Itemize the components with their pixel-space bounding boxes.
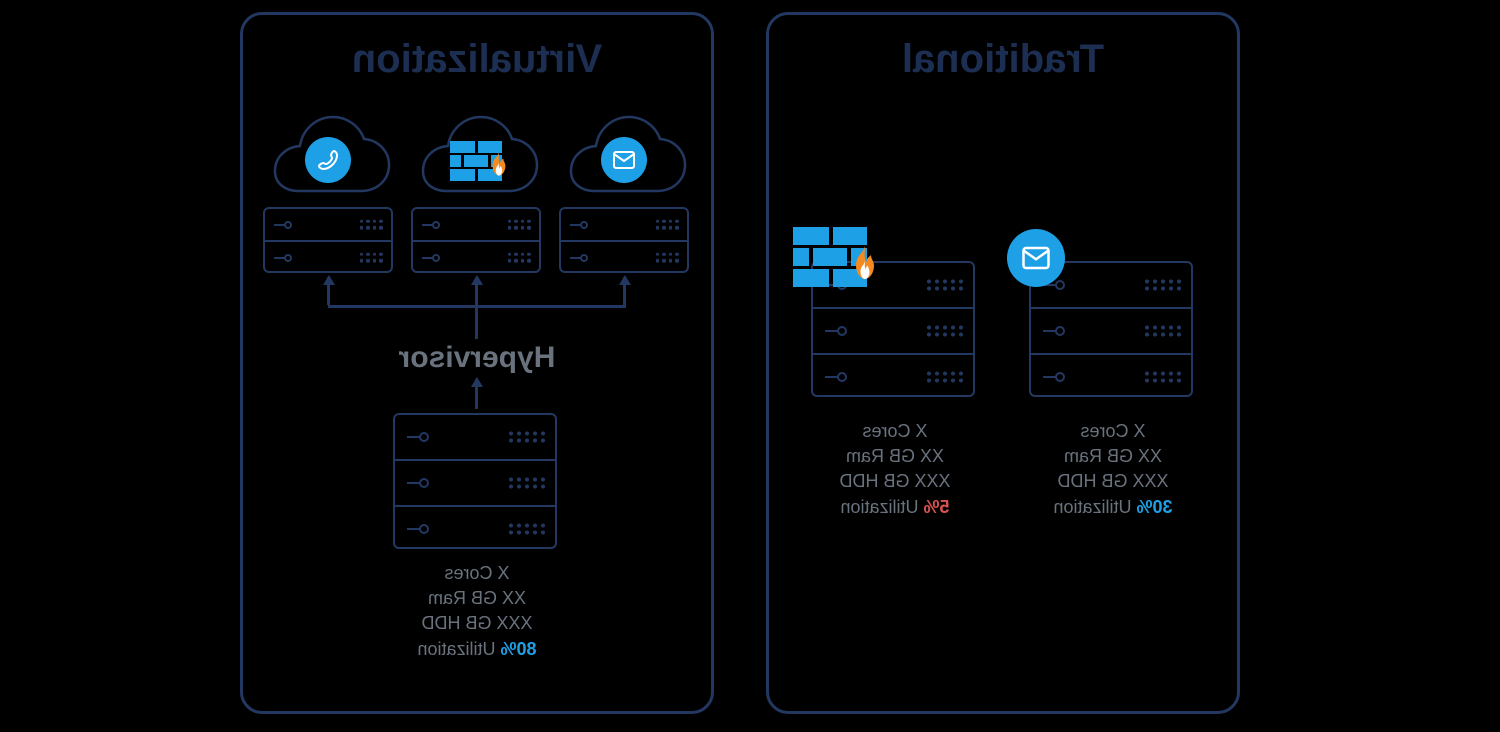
spec-cores: X Cores	[397, 561, 557, 586]
spec-cores: X Cores	[1033, 419, 1193, 444]
virtualization-host-specs: X Cores XX GB Ram XXX GB HDD 80% Utiliza…	[397, 561, 557, 662]
spec-utilization: 5% Utilization	[815, 495, 975, 520]
spec-hdd: XXX GB HDD	[397, 611, 557, 636]
vm-mail	[557, 111, 691, 273]
mail-icon	[601, 137, 647, 183]
traditional-server-firewall	[811, 261, 975, 397]
server-rack-icon	[393, 413, 557, 549]
vm-row	[261, 111, 691, 273]
arrow-icon	[476, 277, 479, 305]
virtualization-panel: Virtualization	[240, 12, 714, 714]
spec-hdd: XXX GB HDD	[815, 469, 975, 494]
spec-ram: XX GB Ram	[815, 444, 975, 469]
connector-line	[476, 305, 479, 339]
virtualization-title: Virtualization	[243, 37, 711, 82]
traditional-title: Traditional	[769, 37, 1237, 82]
server-rack-icon	[1029, 261, 1193, 397]
vm-phone	[261, 111, 395, 273]
arrow-icon	[476, 379, 479, 409]
virtualization-host	[393, 413, 557, 549]
vm-firewall	[409, 111, 543, 273]
traditional-firewall-specs: X Cores XX GB Ram XXX GB HDD 5% Utilizat…	[815, 419, 975, 520]
traditional-panel: Traditional X Cores XX GB Ram XXX GB HDD…	[766, 12, 1240, 714]
traditional-mail-specs: X Cores XX GB Ram XXX GB HDD 30% Utiliza…	[1033, 419, 1193, 520]
hypervisor-label: Hypervisor	[243, 341, 711, 375]
spec-utilization: 30% Utilization	[1033, 495, 1193, 520]
firewall-icon	[793, 227, 867, 287]
spec-ram: XX GB Ram	[397, 586, 557, 611]
phone-icon	[305, 137, 351, 183]
spec-cores: X Cores	[815, 419, 975, 444]
flame-icon	[847, 246, 883, 293]
spec-ram: XX GB Ram	[1033, 444, 1193, 469]
arrow-icon	[624, 277, 627, 305]
arrow-icon	[328, 277, 331, 305]
traditional-server-mail	[1029, 261, 1193, 397]
spec-hdd: XXX GB HDD	[1033, 469, 1193, 494]
spec-utilization: 80% Utilization	[397, 637, 557, 662]
flame-icon	[486, 152, 512, 187]
firewall-icon	[450, 141, 502, 181]
mail-icon	[1007, 229, 1065, 287]
